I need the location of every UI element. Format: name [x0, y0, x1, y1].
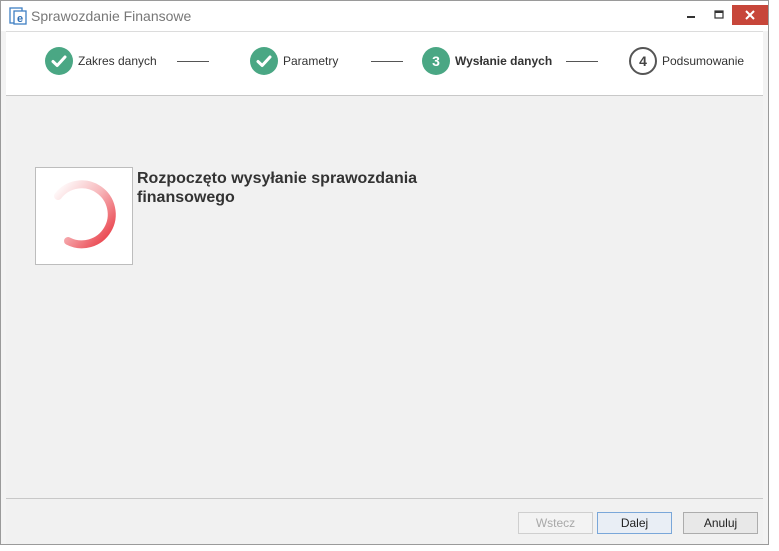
checkmark-icon: [51, 55, 67, 67]
next-button[interactable]: Dalej: [597, 512, 672, 534]
spinner-frame: [35, 167, 133, 265]
step-label: Podsumowanie: [662, 54, 745, 68]
step-number-indicator: 4: [629, 47, 657, 75]
minimize-button[interactable]: [677, 3, 705, 27]
back-button[interactable]: Wstecz: [518, 512, 593, 534]
background-edge: [769, 0, 779, 551]
step-number-indicator: 3: [422, 47, 450, 75]
window-title: Sprawozdanie Finansowe: [31, 8, 192, 24]
wizard-window: e Sprawozdanie Finansowe Zakres danych P…: [0, 0, 769, 545]
step-done-indicator: [45, 47, 73, 75]
cancel-button[interactable]: Anuluj: [683, 512, 758, 534]
wizard-stepper: Zakres danych Parametry 3 Wysłanie danyc…: [6, 31, 763, 96]
maximize-icon: [714, 10, 724, 19]
step-label: Zakres danych: [78, 54, 157, 68]
svg-text:e: e: [17, 13, 23, 25]
checkmark-icon: [256, 55, 272, 67]
maximize-button[interactable]: [705, 3, 733, 27]
step-label: Wysłanie danych: [455, 54, 553, 68]
step-connector: [177, 61, 209, 62]
step-label: Parametry: [283, 54, 339, 68]
e-document-icon: e: [9, 7, 27, 25]
close-icon: [745, 10, 755, 20]
step-zakres-danych: Zakres danych: [45, 46, 157, 76]
main-content: Rozpoczęto wysyłanie sprawozdania finans…: [6, 96, 763, 498]
status-message: Rozpoczęto wysyłanie sprawozdania finans…: [137, 170, 418, 206]
step-connector: [371, 61, 403, 62]
close-button[interactable]: [732, 5, 768, 25]
step-wyslanie-danych: 3 Wysłanie danych: [422, 46, 552, 76]
step-parametry: Parametry: [250, 46, 338, 76]
title-bar: e Sprawozdanie Finansowe: [1, 1, 768, 31]
step-done-indicator: [250, 47, 278, 75]
wizard-footer: Wstecz Dalej Anuluj: [6, 498, 763, 544]
step-podsumowanie: 4 Podsumowanie: [629, 46, 744, 76]
loading-spinner-icon: [54, 180, 116, 249]
minimize-icon: [687, 16, 695, 18]
step-connector: [566, 61, 598, 62]
